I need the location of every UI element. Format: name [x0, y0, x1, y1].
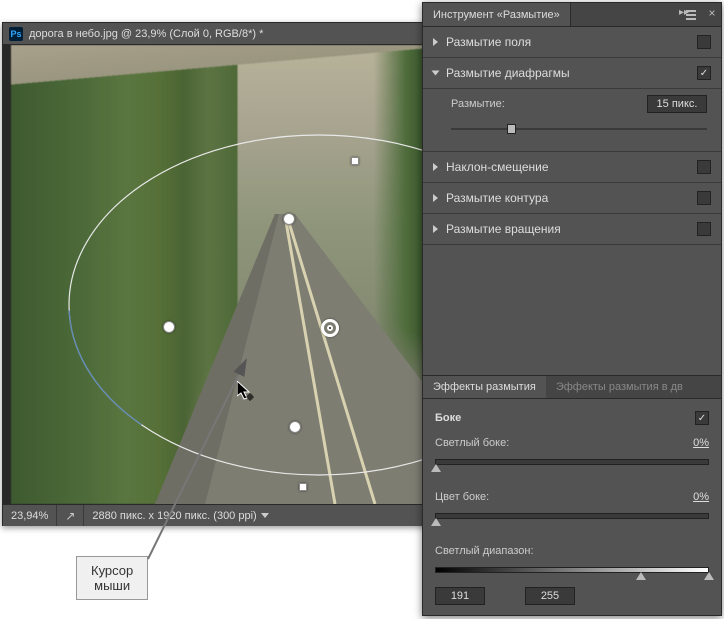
cursor-icon — [237, 381, 255, 403]
section-path-blur[interactable]: Размытие контура — [423, 183, 721, 214]
section-label: Размытие диафрагмы — [446, 66, 570, 80]
ellipse-handle-bottom[interactable] — [299, 483, 307, 491]
chevron-right-icon — [433, 194, 438, 202]
section-tilt-shift[interactable]: Наклон-смещение — [423, 152, 721, 183]
effects-body: Боке ✓ Светлый боке: 0% Цвет боке: 0% Св… — [423, 399, 721, 615]
document-canvas[interactable] — [3, 45, 431, 504]
light-bokeh-label: Светлый боке: — [435, 437, 509, 449]
tab-motion-effects[interactable]: Эффекты размытия в дв — [546, 376, 693, 398]
tab-blur-effects[interactable]: Эффекты размытия — [423, 376, 546, 398]
color-bokeh-slider[interactable] — [435, 509, 709, 523]
bokeh-label: Боке — [435, 412, 461, 424]
chevron-down-icon — [432, 71, 440, 76]
document-titlebar: Ps дорога в небо.jpg @ 23,9% (Слой 0, RG… — [3, 23, 431, 45]
panel-tab-blur-tools[interactable]: Инструмент «Размытие» — [423, 3, 571, 26]
share-icon: ↗ — [65, 509, 75, 523]
blur-amount-slider[interactable] — [451, 121, 707, 137]
spin-blur-checkbox[interactable] — [697, 222, 711, 236]
path-blur-checkbox[interactable] — [697, 191, 711, 205]
doc-dimensions[interactable]: 2880 пикс. x 1920 пикс. (300 ppi) — [84, 505, 431, 526]
chevron-right-icon — [433, 38, 438, 46]
color-bokeh-value[interactable]: 0% — [693, 491, 709, 503]
focus-pin-3[interactable] — [289, 421, 301, 433]
chevron-down-icon — [261, 513, 269, 518]
light-range-high[interactable]: 255 — [525, 587, 575, 605]
section-field-blur[interactable]: Размытие поля — [423, 27, 721, 58]
light-range-low[interactable]: 191 — [435, 587, 485, 605]
section-label: Размытие контура — [446, 191, 548, 205]
blur-amount-field[interactable]: 15 пикс. — [647, 95, 707, 113]
section-label: Размытие вращения — [446, 222, 561, 236]
section-spin-blur[interactable]: Размытие вращения — [423, 214, 721, 245]
section-label: Наклон-смещение — [446, 160, 549, 174]
image-preview — [11, 45, 423, 504]
zoom-readout[interactable]: 23,94% — [3, 505, 57, 526]
document-title: дорога в небо.jpg @ 23,9% (Слой 0, RGB/8… — [29, 28, 263, 40]
color-bokeh-label: Цвет боке: — [435, 491, 489, 503]
document-statusbar: 23,94% ↗ 2880 пикс. x 1920 пикс. (300 pp… — [3, 504, 431, 526]
callout-text-1: Курсор — [91, 563, 133, 578]
photoshop-icon: Ps — [9, 27, 23, 41]
share-button[interactable]: ↗ — [57, 505, 84, 526]
callout-text-2: мыши — [91, 578, 133, 593]
chevron-right-icon — [433, 163, 438, 171]
document-window: Ps дорога в небо.jpg @ 23,9% (Слой 0, RG… — [2, 22, 432, 526]
light-bokeh-value[interactable]: 0% — [693, 437, 709, 449]
panel-close-icon[interactable]: × — [705, 6, 719, 20]
section-iris-blur[interactable]: Размытие диафрагмы ✓ — [423, 58, 721, 89]
light-range-slider[interactable] — [435, 563, 709, 577]
focus-pin-2[interactable] — [163, 321, 175, 333]
field-blur-checkbox[interactable] — [697, 35, 711, 49]
iris-blur-checkbox[interactable]: ✓ — [697, 66, 711, 80]
blur-tools-panel: Инструмент «Размытие» ▸▸ × Размытие поля… — [422, 2, 722, 616]
callout-annotation: Курсор мыши — [76, 556, 148, 600]
effects-tabbar: Эффекты размытия Эффекты размытия в дв — [423, 375, 721, 399]
bokeh-checkbox[interactable]: ✓ — [695, 411, 709, 425]
focus-pin-1[interactable] — [283, 213, 295, 225]
light-range-label: Светлый диапазон: — [435, 545, 534, 557]
light-bokeh-slider[interactable] — [435, 455, 709, 469]
blur-center-pin[interactable] — [321, 319, 339, 337]
ellipse-handle-top[interactable] — [351, 157, 359, 165]
iris-blur-body: Размытие: 15 пикс. — [423, 89, 721, 152]
section-label: Размытие поля — [446, 35, 531, 49]
panel-tabbar: Инструмент «Размытие» ▸▸ × — [423, 3, 721, 27]
panel-menu-icon[interactable] — [681, 3, 701, 27]
blur-amount-label: Размытие: — [451, 98, 505, 110]
tilt-shift-checkbox[interactable] — [697, 160, 711, 174]
chevron-right-icon — [433, 225, 438, 233]
